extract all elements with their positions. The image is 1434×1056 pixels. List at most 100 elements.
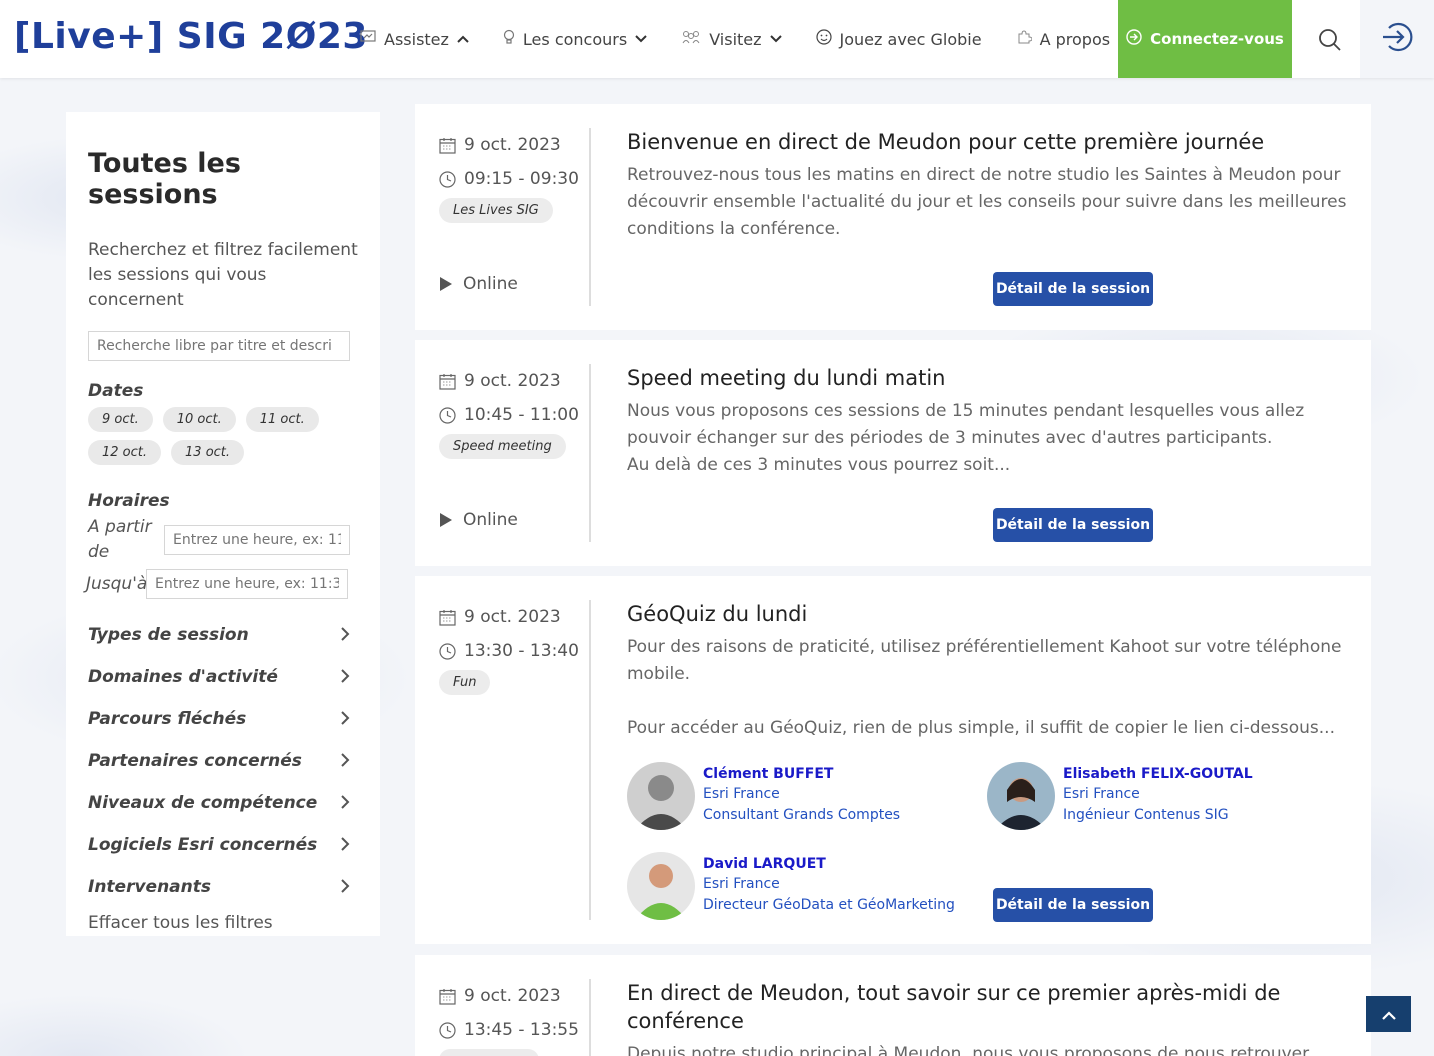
session-type-tag[interactable] bbox=[439, 1049, 539, 1056]
session-type-tag[interactable]: Fun bbox=[439, 670, 491, 695]
session-date: 9 oct. 2023 bbox=[439, 979, 589, 1013]
date-chip[interactable]: 13 oct. bbox=[171, 440, 245, 465]
nav-concours[interactable]: Les concours bbox=[503, 29, 647, 49]
logout-button[interactable] bbox=[1360, 0, 1434, 78]
clear-filters-link[interactable]: Effacer tous les filtres bbox=[88, 913, 358, 933]
filter-domaines[interactable]: Domaines d'activité bbox=[88, 665, 350, 689]
filter-niveaux[interactable]: Niveaux de compétence bbox=[88, 791, 350, 815]
speaker-avatar bbox=[987, 762, 1055, 830]
filter-parcours[interactable]: Parcours fléchés bbox=[88, 707, 350, 731]
session-detail-button[interactable]: Détail de la session bbox=[993, 888, 1153, 922]
calendar-icon bbox=[439, 373, 456, 390]
nav-visitez[interactable]: Visitez bbox=[681, 29, 782, 49]
session-mode: Online bbox=[439, 274, 518, 294]
site-logo[interactable]: [Live+] SIG 2Ø23 bbox=[14, 16, 368, 57]
search-input[interactable] bbox=[88, 331, 350, 361]
session-card: 9 oct. 2023 13:45 - 13:55 En direct de M… bbox=[415, 955, 1371, 1056]
connect-button[interactable]: Connectez-vous bbox=[1118, 0, 1292, 78]
speaker-name[interactable]: David LARQUET bbox=[703, 854, 955, 874]
filter-label: Types de session bbox=[88, 625, 249, 645]
sidebar-description: Recherchez et filtrez facilement les ses… bbox=[88, 240, 358, 310]
hours-heading: Horaires bbox=[88, 491, 170, 511]
main-nav: Assistez Les concours Visitez Jouez avec… bbox=[360, 0, 1164, 78]
session-date: 9 oct. 2023 bbox=[439, 364, 589, 398]
calendar-icon bbox=[439, 137, 456, 154]
divider bbox=[589, 600, 591, 920]
session-card: 9 oct. 2023 09:15 - 09:30 Les Lives SIG … bbox=[415, 104, 1371, 330]
filter-label: Intervenants bbox=[88, 877, 212, 897]
speaker-avatar bbox=[627, 762, 695, 830]
login-icon bbox=[1126, 29, 1142, 49]
filter-types-session[interactable]: Types de session bbox=[88, 623, 350, 647]
speaker-role: Ingénieur Contenus SIG bbox=[1063, 807, 1229, 823]
from-label: A partir de bbox=[88, 517, 152, 562]
calendar-icon bbox=[439, 609, 456, 626]
divider bbox=[589, 128, 591, 306]
session-mode: Online bbox=[439, 510, 518, 530]
clock-icon bbox=[439, 170, 456, 188]
nav-globie[interactable]: Jouez avec Globie bbox=[815, 29, 982, 49]
filter-label: Logiciels Esri concernés bbox=[88, 835, 318, 855]
nav-assistez[interactable]: Assistez bbox=[360, 30, 469, 49]
filter-label: Niveaux de compétence bbox=[88, 793, 318, 813]
divider bbox=[589, 364, 591, 542]
session-content: GéoQuiz du lundi Pour des raisons de pra… bbox=[627, 600, 1347, 742]
filter-logiciels[interactable]: Logiciels Esri concernés bbox=[88, 833, 350, 857]
speaker-info: Clément BUFFET Esri France Consultant Gr… bbox=[703, 762, 900, 830]
bulb-icon bbox=[503, 29, 515, 49]
speaker-card[interactable]: David LARQUET Esri France Directeur GéoD… bbox=[627, 852, 955, 920]
session-card: 9 oct. 2023 10:45 - 11:00 Speed meeting … bbox=[415, 340, 1371, 566]
nav-label: Visitez bbox=[709, 29, 762, 49]
sidebar-title: Toutes les sessions bbox=[88, 148, 241, 210]
speaker-name[interactable]: Elisabeth FELIX-GOUTAL bbox=[1063, 764, 1253, 784]
session-description: Retrouvez-nous tous les matins en direct… bbox=[627, 165, 1347, 239]
search-icon[interactable] bbox=[1316, 26, 1344, 54]
from-time-input[interactable] bbox=[164, 525, 350, 555]
session-description: Pour des raisons de praticité, utilisez … bbox=[627, 637, 1342, 684]
chevron-up-icon bbox=[457, 33, 469, 46]
speaker-org: Esri France bbox=[703, 786, 780, 802]
session-content: En direct de Meudon, tout savoir sur ce … bbox=[627, 979, 1347, 1056]
date-chip[interactable]: 10 oct. bbox=[162, 407, 236, 432]
date-chip[interactable]: 9 oct. bbox=[88, 407, 153, 432]
session-date: 9 oct. 2023 bbox=[439, 600, 589, 634]
session-meta: 9 oct. 2023 10:45 - 11:00 Speed meeting bbox=[439, 364, 589, 459]
smiley-icon bbox=[815, 29, 832, 49]
date-chip[interactable]: 11 oct. bbox=[245, 407, 319, 432]
session-title[interactable]: En direct de Meudon, tout savoir sur ce … bbox=[627, 979, 1347, 1035]
speaker-role: Directeur GéoData et GéoMarketing bbox=[703, 897, 955, 913]
back-to-top-button[interactable] bbox=[1366, 996, 1411, 1032]
date-chip[interactable]: 12 oct. bbox=[88, 440, 162, 465]
clock-icon bbox=[439, 406, 456, 424]
session-description: Pour accéder au GéoQuiz, rien de plus si… bbox=[627, 718, 1335, 738]
chevron-right-icon bbox=[340, 833, 350, 857]
filter-intervenants[interactable]: Intervenants bbox=[88, 875, 350, 899]
session-detail-button[interactable]: Détail de la session bbox=[993, 272, 1153, 306]
session-card: 9 oct. 2023 13:30 - 13:40 Fun GéoQuiz du… bbox=[415, 576, 1371, 944]
speaker-card[interactable]: Elisabeth FELIX-GOUTAL Esri France Ingén… bbox=[987, 762, 1253, 830]
puzzle-icon bbox=[1016, 29, 1033, 49]
speaker-name[interactable]: Clément BUFFET bbox=[703, 764, 900, 784]
session-title[interactable]: GéoQuiz du lundi bbox=[627, 600, 1347, 628]
filter-partenaires[interactable]: Partenaires concernés bbox=[88, 749, 350, 773]
nav-apropos[interactable]: A propos bbox=[1016, 29, 1130, 49]
session-detail-button[interactable]: Détail de la session bbox=[993, 508, 1153, 542]
calendar-icon bbox=[439, 988, 456, 1005]
from-row: A partir de bbox=[88, 515, 358, 565]
speaker-role: Consultant Grands Comptes bbox=[703, 807, 901, 823]
speaker-org: Esri France bbox=[703, 876, 780, 892]
to-label: Jusqu'à bbox=[86, 573, 148, 594]
chevron-right-icon bbox=[340, 749, 350, 773]
speaker-card[interactable]: Clément BUFFET Esri France Consultant Gr… bbox=[627, 762, 900, 830]
logout-icon bbox=[1379, 19, 1415, 59]
to-time-input[interactable] bbox=[146, 569, 348, 599]
session-title[interactable]: Bienvenue en direct de Meudon pour cette… bbox=[627, 128, 1347, 156]
session-title[interactable]: Speed meeting du lundi matin bbox=[627, 364, 1347, 392]
session-meta: 9 oct. 2023 13:45 - 13:55 bbox=[439, 979, 589, 1056]
people-icon bbox=[681, 30, 701, 48]
session-type-tag[interactable]: Les Lives SIG bbox=[439, 198, 553, 223]
session-type-tag[interactable]: Speed meeting bbox=[439, 434, 566, 459]
connect-label: Connectez-vous bbox=[1150, 30, 1284, 48]
session-time: 10:45 - 11:00 bbox=[439, 398, 589, 432]
chevron-down-icon bbox=[769, 33, 782, 46]
